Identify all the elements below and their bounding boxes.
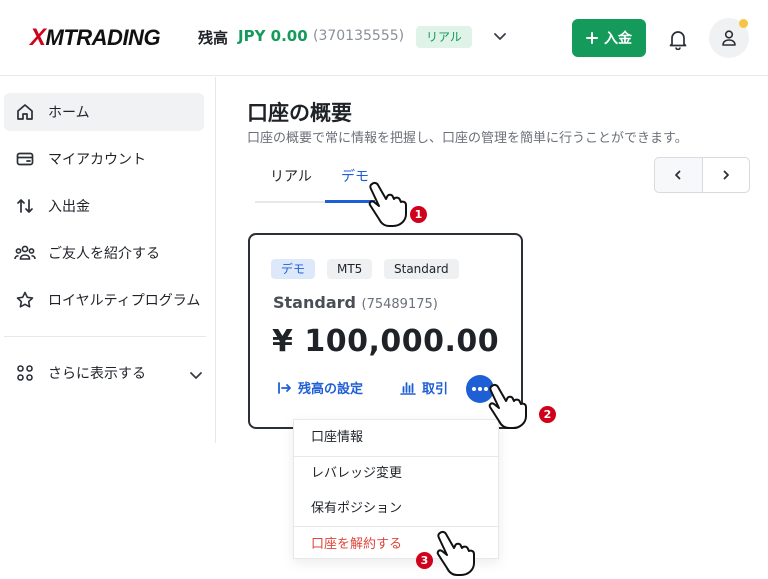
star-icon <box>14 289 36 311</box>
chevron-down-icon[interactable] <box>492 28 508 44</box>
step-badge-3: 3 <box>416 552 433 569</box>
wallet-icon <box>14 148 36 170</box>
chevron-left-icon <box>675 170 681 180</box>
sidebar-item-loyalty[interactable]: ロイヤルティプログラム <box>4 281 204 319</box>
sidebar-divider <box>4 336 206 337</box>
users-icon <box>14 242 36 264</box>
sidebar-item-deposit-withdraw[interactable]: 入出金 <box>4 187 204 225</box>
carousel-nav <box>654 157 750 193</box>
account-number: (370135555) <box>313 28 405 44</box>
sidebar-item-home[interactable]: ホーム <box>4 93 204 131</box>
trade-link[interactable]: 取引 <box>400 378 448 397</box>
page-subtitle: 口座の概要で常に情報を把握し、口座の管理を簡単に行うことができます。 <box>247 131 688 146</box>
account-balance: ¥ 100,000.00 <box>272 324 500 359</box>
balance-value: JPY 0.00 <box>238 27 308 45</box>
menu-item-open-positions[interactable]: 保有ポジション <box>294 491 498 526</box>
transfer-arrows-icon <box>14 195 36 217</box>
account-id: (75489175) <box>361 297 438 312</box>
chart-bars-icon <box>400 381 416 395</box>
ellipsis-icon <box>472 387 476 391</box>
step-badge-2: 2 <box>539 406 556 423</box>
set-balance-link[interactable]: 残高の設定 <box>278 378 363 397</box>
user-icon <box>722 30 736 46</box>
bell-icon[interactable] <box>667 28 689 50</box>
chip-platform: MT5 <box>327 259 373 279</box>
menu-item-change-leverage[interactable]: レバレッジ変更 <box>294 456 498 491</box>
top-header: XMTRADING 残高 JPY 0.00 (370135555) リアル 入金 <box>0 0 768 76</box>
sidebar-item-label: マイアカウント <box>48 152 146 168</box>
sidebar-item-my-account[interactable]: マイアカウント <box>4 140 204 178</box>
next-button[interactable] <box>701 158 749 192</box>
sidebar-item-label: ロイヤルティプログラム <box>48 293 201 309</box>
sidebar-item-show-more[interactable]: さらに表示する <box>4 354 204 392</box>
prev-button[interactable] <box>655 158 702 192</box>
xm-logo[interactable]: XMTRADING <box>30 24 161 52</box>
chip-demo: デモ <box>271 259 316 279</box>
account-type-badge: リアル <box>416 26 472 48</box>
chevron-down-icon[interactable] <box>188 367 204 383</box>
home-icon <box>14 101 36 123</box>
arrow-to-line-icon <box>278 381 291 394</box>
sidebar-item-label: さらに表示する <box>48 366 146 382</box>
grid-icon <box>14 362 36 384</box>
sidebar-item-label: 入出金 <box>48 199 90 215</box>
step-badge-1: 1 <box>410 206 427 223</box>
sidebar-item-label: ご友人を紹介する <box>48 246 160 262</box>
hand-pointer-icon <box>488 383 527 429</box>
sidebar: ホーム マイアカウント 入出金 ご友人を紹介する ロイヤルティプログラム さらに… <box>0 77 216 443</box>
chevron-right-icon <box>723 170 729 180</box>
notification-dot <box>739 19 748 28</box>
hand-pointer-icon <box>368 181 407 227</box>
balance-label: 残高 <box>198 29 229 47</box>
plus-icon <box>586 32 598 44</box>
chip-account-type: Standard <box>384 259 459 279</box>
account-name: Standard (75489175) <box>273 293 438 312</box>
sidebar-item-refer-friend[interactable]: ご友人を紹介する <box>4 234 204 272</box>
sidebar-item-label: ホーム <box>48 105 90 121</box>
menu-item-account-info[interactable]: 口座情報 <box>294 420 498 455</box>
tab-real[interactable]: リアル <box>270 166 312 186</box>
deposit-button[interactable]: 入金 <box>572 19 646 57</box>
page-title: 口座の概要 <box>247 101 352 125</box>
hand-pointer-icon <box>436 530 475 576</box>
